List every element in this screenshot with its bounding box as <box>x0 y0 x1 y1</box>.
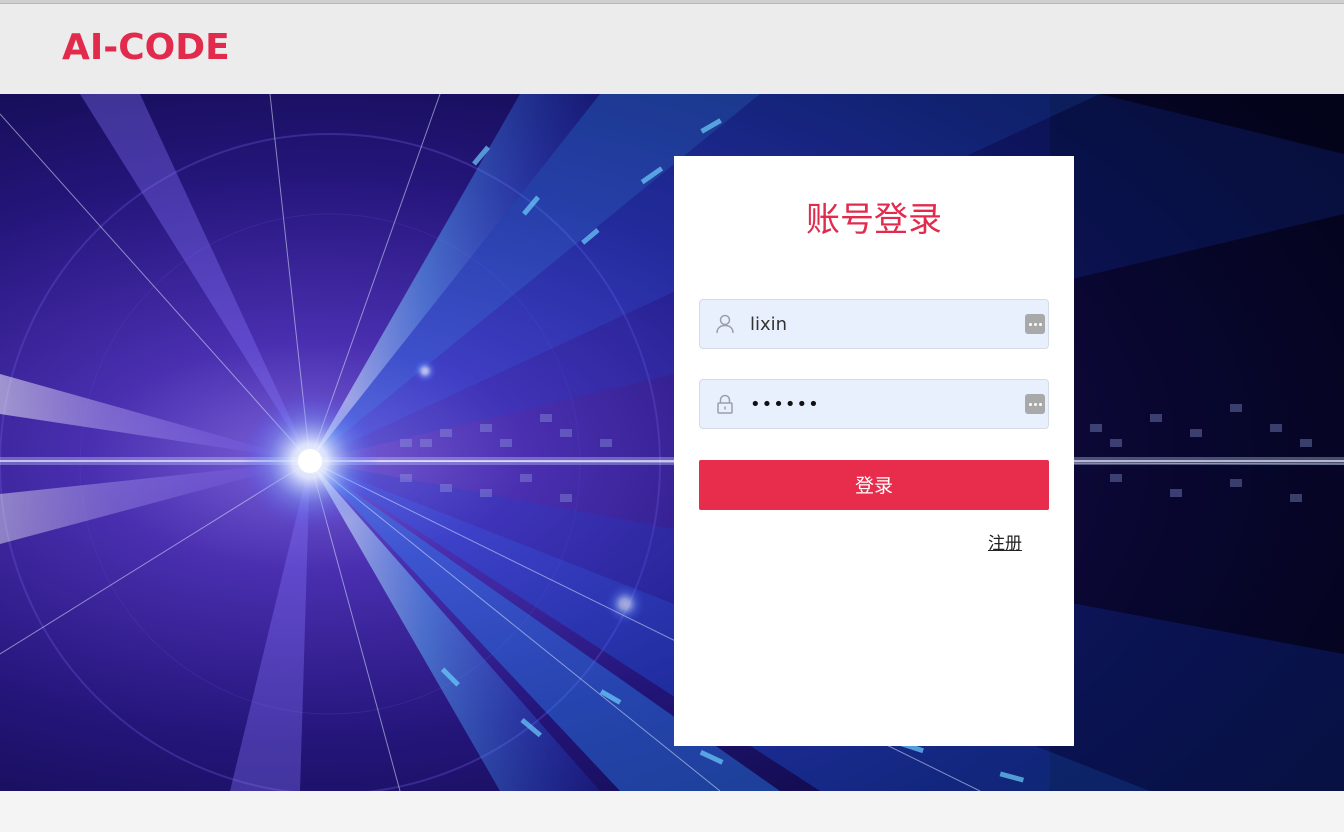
credential-autofill-icon[interactable] <box>1025 394 1045 414</box>
credential-autofill-icon[interactable] <box>1025 314 1045 334</box>
username-input[interactable] <box>750 300 1020 348</box>
light-burst-illustration <box>0 94 1344 791</box>
username-field[interactable] <box>699 299 1049 349</box>
password-input[interactable]: •••••• <box>750 380 820 428</box>
register-link[interactable]: 注册 <box>988 529 1022 554</box>
site-header: AI-CODE <box>0 4 1344 94</box>
site-logo[interactable]: AI-CODE <box>62 26 230 70</box>
login-button[interactable]: 登录 <box>699 460 1049 510</box>
user-icon <box>716 314 734 334</box>
password-field[interactable]: •••••• <box>699 379 1049 429</box>
lock-icon <box>717 394 733 414</box>
page-footer <box>0 791 1344 832</box>
hero-background <box>0 94 1344 791</box>
login-title: 账号登录 <box>806 200 942 240</box>
login-card: 账号登录 •••••• 登录 注册 <box>674 156 1074 746</box>
